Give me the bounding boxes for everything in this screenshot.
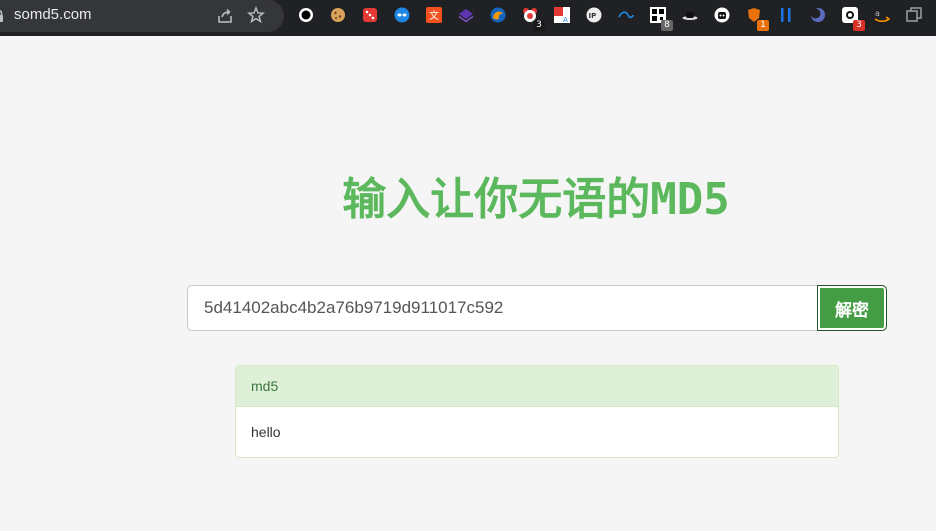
svg-text:IP: IP <box>589 12 597 20</box>
result-body: hello <box>251 424 281 440</box>
window-icon[interactable] <box>905 6 923 24</box>
extension-badge: 3 <box>853 20 865 31</box>
moon-icon[interactable] <box>809 6 827 24</box>
browser-toolbar: somd5.com 文 3 A IP 8 1 3 a <box>0 0 936 36</box>
address-bar[interactable]: somd5.com <box>0 0 284 32</box>
bookmark-star-icon[interactable] <box>247 6 265 24</box>
result-panel: md5 hello <box>235 365 839 458</box>
extension-badge: 1 <box>757 20 769 31</box>
hat-icon[interactable] <box>681 6 699 24</box>
blue-bars-icon[interactable] <box>777 6 795 24</box>
decrypt-button-label: 解密 <box>835 300 869 321</box>
red-bear-icon[interactable]: 3 <box>521 6 545 31</box>
extension-badge: 3 <box>533 20 545 31</box>
red-dice-icon[interactable] <box>361 6 379 24</box>
page-title: 输入让你无语的MD5 <box>342 174 730 225</box>
robot-icon[interactable] <box>713 6 731 24</box>
firefox-like-icon[interactable] <box>489 6 507 24</box>
wave-icon[interactable] <box>617 6 635 24</box>
share-icon[interactable] <box>216 7 234 25</box>
ip-icon[interactable]: IP <box>585 6 603 24</box>
result-heading: md5 <box>236 366 838 407</box>
svg-text:A: A <box>563 16 568 23</box>
cookie-icon[interactable] <box>329 6 347 24</box>
md5-hash-input[interactable] <box>187 285 819 331</box>
amazon-icon[interactable]: a <box>873 6 891 24</box>
camera-icon[interactable]: 3 <box>841 6 865 31</box>
lock-icon <box>0 9 3 22</box>
svg-text:a: a <box>875 9 880 18</box>
url-text[interactable]: somd5.com <box>14 6 92 24</box>
extension-badge: 8 <box>661 20 673 31</box>
black-circle-icon[interactable] <box>297 6 315 24</box>
svg-text:文: 文 <box>429 9 439 22</box>
decrypt-button[interactable]: 解密 <box>817 285 887 331</box>
purple-layers-icon[interactable] <box>457 6 475 24</box>
translate-icon[interactable]: 文 <box>425 6 443 24</box>
orange-shield-icon[interactable]: 1 <box>745 6 769 31</box>
translate-box-icon[interactable]: A <box>553 6 571 24</box>
blue-mask-icon[interactable] <box>393 6 411 24</box>
qr-icon[interactable]: 8 <box>649 6 673 31</box>
